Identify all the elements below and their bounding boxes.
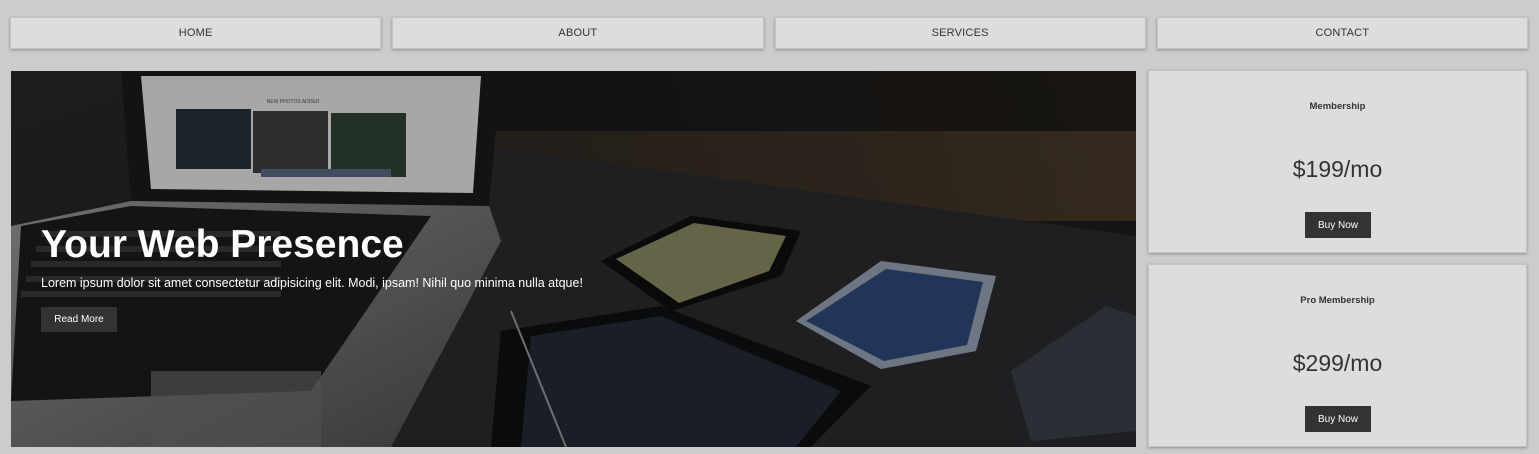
hero-showcase: NEW PHOTOS ADDED Your Web Presence Lorem…: [11, 71, 1136, 447]
main-nav: HOME ABOUT SERVICES CONTACT: [10, 17, 1528, 49]
pricing-card-pro-membership: Pro Membership $299/mo Buy Now: [1148, 264, 1527, 447]
pricing-card-price: $199/mo: [1292, 156, 1383, 182]
nav-home[interactable]: HOME: [10, 17, 382, 49]
nav-services[interactable]: SERVICES: [774, 17, 1146, 49]
buy-now-button[interactable]: Buy Now: [1305, 212, 1371, 238]
pricing-card-price: $299/mo: [1292, 350, 1383, 376]
buy-now-button[interactable]: Buy Now: [1305, 406, 1371, 432]
hero-description: Lorem ipsum dolor sit amet consectetur a…: [41, 276, 583, 290]
hero-title: Your Web Presence: [41, 223, 404, 266]
nav-contact[interactable]: CONTACT: [1156, 17, 1528, 49]
pricing-card-title: Pro Membership: [1300, 295, 1375, 306]
pricing-card-membership: Membership $199/mo Buy Now: [1148, 70, 1527, 253]
read-more-button[interactable]: Read More: [41, 307, 117, 332]
pricing-card-title: Membership: [1309, 101, 1366, 112]
nav-about[interactable]: ABOUT: [392, 17, 764, 49]
